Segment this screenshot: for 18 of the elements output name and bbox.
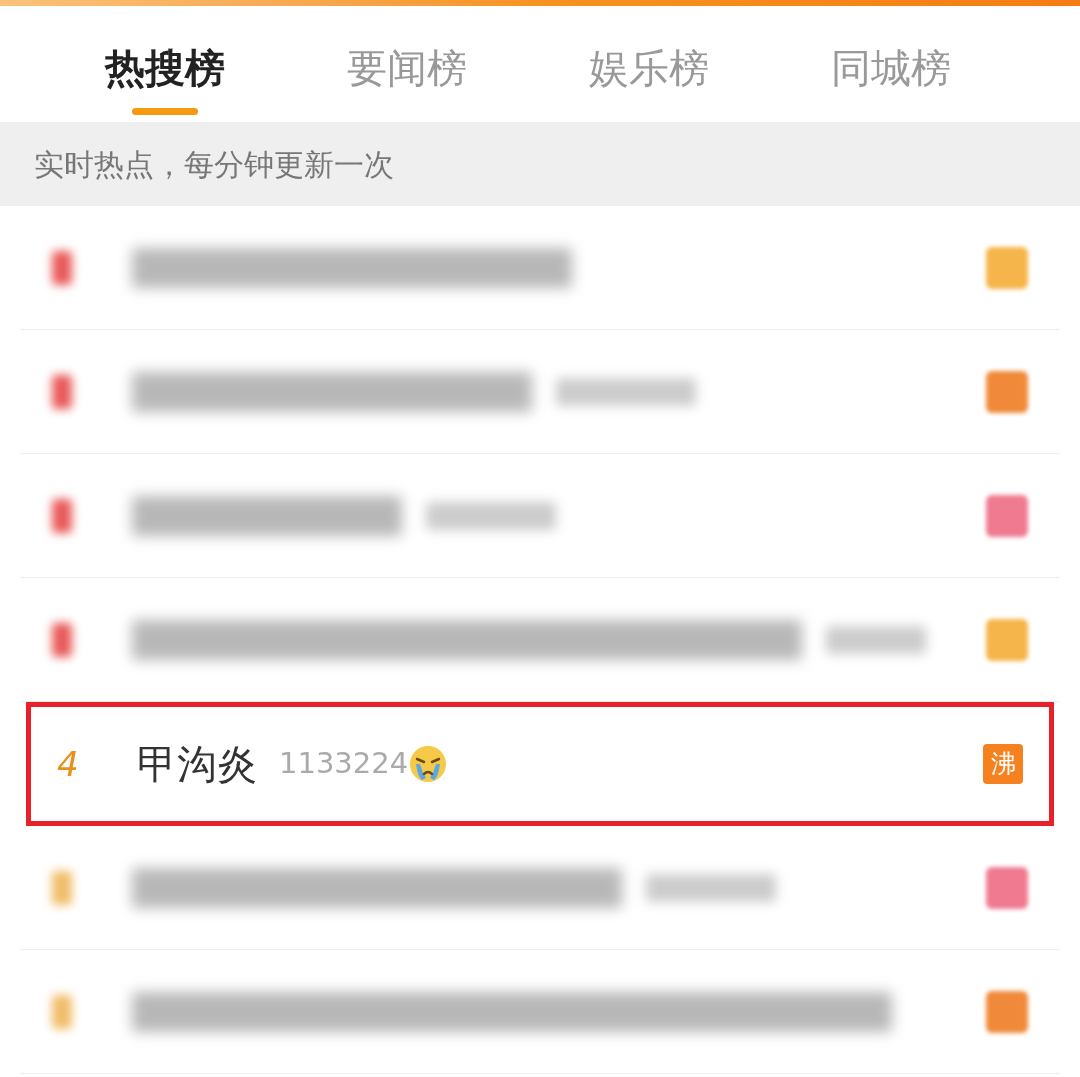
tab[interactable]: 热搜榜 [105,42,225,115]
tab[interactable]: 同城榜 [831,42,951,115]
tab[interactable]: 娱乐榜 [589,42,709,115]
blurred-rank [52,994,72,1029]
rank-number: 4 [57,742,80,786]
blurred-rank [52,622,72,657]
notice-text: 实时热点，每分钟更新一次 [34,145,394,184]
hot-badge: 沸 [983,744,1023,784]
search-count: 1133224 [279,745,409,783]
hot-search-row[interactable]: 4 甲沟炎 1133224 沸 [26,702,1054,826]
blurred-rank [52,498,72,533]
tab[interactable]: 要闻榜 [347,42,467,115]
blurred-rank [52,250,72,285]
blurred-rank [52,374,72,409]
crying-face-icon [408,744,449,784]
blurred-rank [52,870,72,905]
tab-indicator [132,108,198,115]
topic-title: 甲沟炎 [137,740,257,789]
